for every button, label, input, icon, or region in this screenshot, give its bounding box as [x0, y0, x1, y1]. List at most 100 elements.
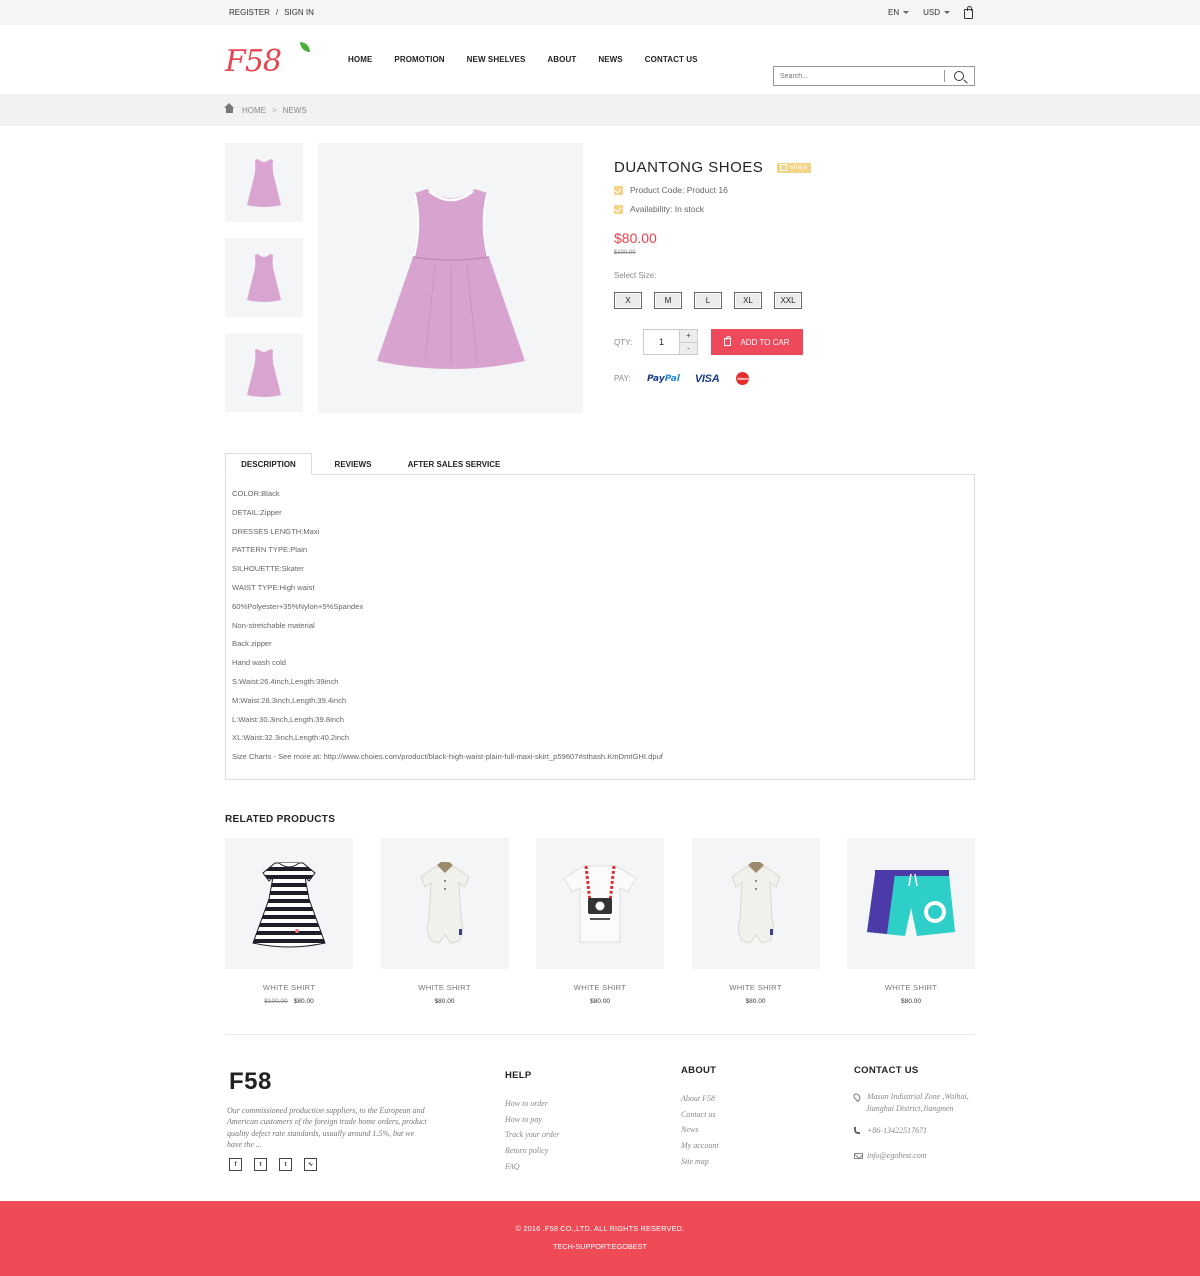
- shopping-bag-icon[interactable]: [964, 5, 973, 19]
- footer-contact: CONTACT US Masan Industrial Zone ,Waihai…: [852, 1065, 979, 1162]
- nav-home[interactable]: HOME: [348, 55, 372, 64]
- visa-logo: VISA: [694, 372, 720, 385]
- breadcrumb-home[interactable]: HOME: [242, 106, 266, 115]
- size-option-l[interactable]: L: [694, 292, 722, 309]
- main-product-image[interactable]: [318, 143, 583, 413]
- tab-after-sales[interactable]: AFTER SALES SERVICE: [394, 453, 514, 475]
- footer-link[interactable]: Return policy: [505, 1143, 559, 1159]
- tech-support-text: TECH-SUPPORT:EGOBEST: [553, 1242, 647, 1251]
- language-select[interactable]: EN: [888, 8, 910, 17]
- qty-increase-button[interactable]: +: [680, 330, 697, 343]
- footer-link[interactable]: My account: [681, 1138, 719, 1154]
- home-icon[interactable]: [224, 103, 234, 114]
- tab-bar: DESCRIPTION REVIEWS AFTER SALES SERVICE: [225, 453, 975, 475]
- register-link[interactable]: REGISTER: [229, 8, 270, 17]
- product-image[interactable]: [536, 838, 664, 969]
- product-image[interactable]: [691, 838, 820, 969]
- nav-promotion[interactable]: PROMOTION: [394, 55, 444, 64]
- size-options: X M L XL XXL: [614, 292, 975, 309]
- address-line-1: Masan Industrial Zone ,Waihai,: [867, 1092, 969, 1101]
- quantity-input[interactable]: 1: [644, 330, 680, 354]
- product-card[interactable]: WHITE SHIRT $80.00: [536, 838, 664, 1005]
- facebook-icon[interactable]: f: [229, 1158, 242, 1171]
- size-option-x[interactable]: X: [614, 292, 642, 309]
- product-image[interactable]: [380, 838, 509, 969]
- check-icon: [614, 185, 623, 195]
- size-option-m[interactable]: M: [654, 292, 682, 309]
- footer-help: HELP How to order How to pay Track your …: [505, 1070, 559, 1175]
- quantity-row: QTY: 1 + - ADD TO CAR: [614, 329, 975, 355]
- dress-image: [247, 348, 281, 397]
- product-name[interactable]: WHITE SHIRT: [536, 983, 664, 992]
- product-current-price: $80.00: [293, 998, 314, 1005]
- footer-link[interactable]: News: [681, 1122, 719, 1138]
- footer-link[interactable]: Contact us: [681, 1107, 719, 1123]
- share-button[interactable]: share: [777, 162, 811, 173]
- description-line: XL:Waist:32.3inch,Length:40.2inch: [232, 733, 350, 743]
- auth-separator: /: [275, 8, 279, 17]
- rss-icon[interactable]: ∿: [304, 1158, 317, 1171]
- thumbnail[interactable]: [225, 143, 303, 222]
- thumbnail[interactable]: [225, 238, 303, 317]
- chevron-down-icon: [944, 11, 950, 15]
- footer-link[interactable]: About F58: [681, 1091, 719, 1107]
- qty-label: QTY:: [614, 337, 633, 347]
- currency-select[interactable]: USD: [923, 8, 950, 17]
- description-line: SILHOUETTE:Skater: [232, 564, 304, 574]
- tab-description[interactable]: DESCRIPTION: [225, 453, 312, 475]
- product-image[interactable]: [847, 838, 975, 969]
- signin-link[interactable]: SIGN IN: [284, 8, 314, 17]
- product-name[interactable]: WHITE SHIRT: [847, 983, 975, 992]
- related-list: WHITE SHIRT $100.00 $80.00 WHITE SHIRT $8…: [225, 838, 975, 1005]
- nav-contact[interactable]: CONTACT US: [645, 55, 698, 64]
- footer-link[interactable]: FAQ: [505, 1159, 559, 1175]
- pay-label: PAY:: [614, 374, 631, 383]
- product-card[interactable]: WHITE SHIRT $80.00: [847, 838, 975, 1005]
- product-card[interactable]: WHITE SHIRT $100.00 $80.00: [225, 838, 353, 1005]
- search-icon[interactable]: [954, 71, 964, 81]
- description-line: Size Charts - See more at: http://www.ch…: [232, 752, 663, 762]
- location-pin-icon: [852, 1092, 862, 1102]
- add-to-cart-button[interactable]: ADD TO CAR: [711, 329, 803, 355]
- payment-row: PAY: PayPal VISA MasterCard: [614, 372, 975, 385]
- product-card[interactable]: WHITE SHIRT $80.00: [380, 838, 509, 1005]
- product-name[interactable]: WHITE SHIRT: [225, 983, 353, 992]
- tumblr-icon[interactable]: t: [279, 1158, 292, 1171]
- footer-about: ABOUT About F58 Contact us News My accou…: [681, 1065, 719, 1170]
- tab-reviews[interactable]: REVIEWS: [312, 453, 394, 475]
- breadcrumb-bar: HOME > NEWS: [0, 94, 1200, 126]
- footer-link[interactable]: Track your order: [505, 1127, 559, 1143]
- nav-new-shelves[interactable]: NEW SHELVES: [467, 55, 526, 64]
- breadcrumb-separator: >: [272, 105, 277, 115]
- paypal-logo: PayPal: [647, 373, 680, 384]
- footer-link[interactable]: How to order: [505, 1096, 559, 1112]
- product-price: $80.00: [381, 998, 509, 1005]
- product-image[interactable]: [225, 838, 353, 969]
- product-price: $80.00: [847, 998, 975, 1005]
- description-line: Back zipper: [232, 639, 272, 649]
- search-input[interactable]: [774, 72, 944, 80]
- logo[interactable]: F58: [225, 41, 310, 80]
- copyright-text: © 2016 .F58 CO.,LTD. ALL RIGHTS RESERVED…: [515, 1224, 685, 1233]
- twitter-icon[interactable]: t: [254, 1158, 267, 1171]
- product-name[interactable]: WHITE SHIRT: [381, 983, 509, 992]
- email-address[interactable]: info@egobest.com: [867, 1150, 927, 1162]
- description-line: PATTERN TYPE:Plain: [232, 545, 308, 555]
- product-name[interactable]: WHITE SHIRT: [692, 983, 820, 992]
- size-option-xl[interactable]: XL: [734, 292, 762, 309]
- striped-dress-image: [252, 862, 326, 947]
- product-current-price: $80.00: [745, 998, 766, 1005]
- product-old-price: $100.00: [264, 998, 288, 1005]
- footer-link[interactable]: Site map: [681, 1154, 719, 1170]
- chevron-down-icon: [903, 11, 910, 15]
- mastercard-logo: MasterCard: [736, 372, 759, 385]
- nav-about[interactable]: ABOUT: [547, 55, 576, 64]
- product-card[interactable]: WHITE SHIRT $80.00: [691, 838, 820, 1005]
- thumbnail[interactable]: [225, 333, 303, 412]
- footer-help-title: HELP: [505, 1070, 532, 1081]
- camera-tshirt-image: [563, 865, 637, 942]
- size-option-xxl[interactable]: XXL: [774, 292, 802, 309]
- qty-decrease-button[interactable]: -: [680, 342, 697, 354]
- footer-link[interactable]: How to pay: [505, 1112, 559, 1128]
- nav-news[interactable]: NEWS: [598, 55, 622, 64]
